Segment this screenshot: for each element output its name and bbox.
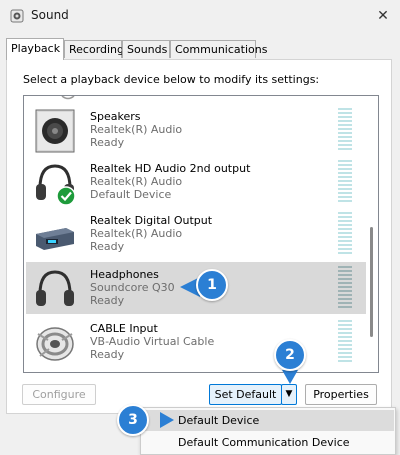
- callout-arrow-2: [282, 370, 298, 384]
- tab-playback[interactable]: Playback: [6, 38, 64, 60]
- callout-arrow-3: [160, 412, 174, 428]
- annotation-badge-2: 2: [274, 339, 306, 371]
- annotation-overlay: [160, 277, 298, 428]
- annotation-badge-3: 3: [117, 404, 149, 436]
- annotation-badge-1: 1: [196, 269, 228, 301]
